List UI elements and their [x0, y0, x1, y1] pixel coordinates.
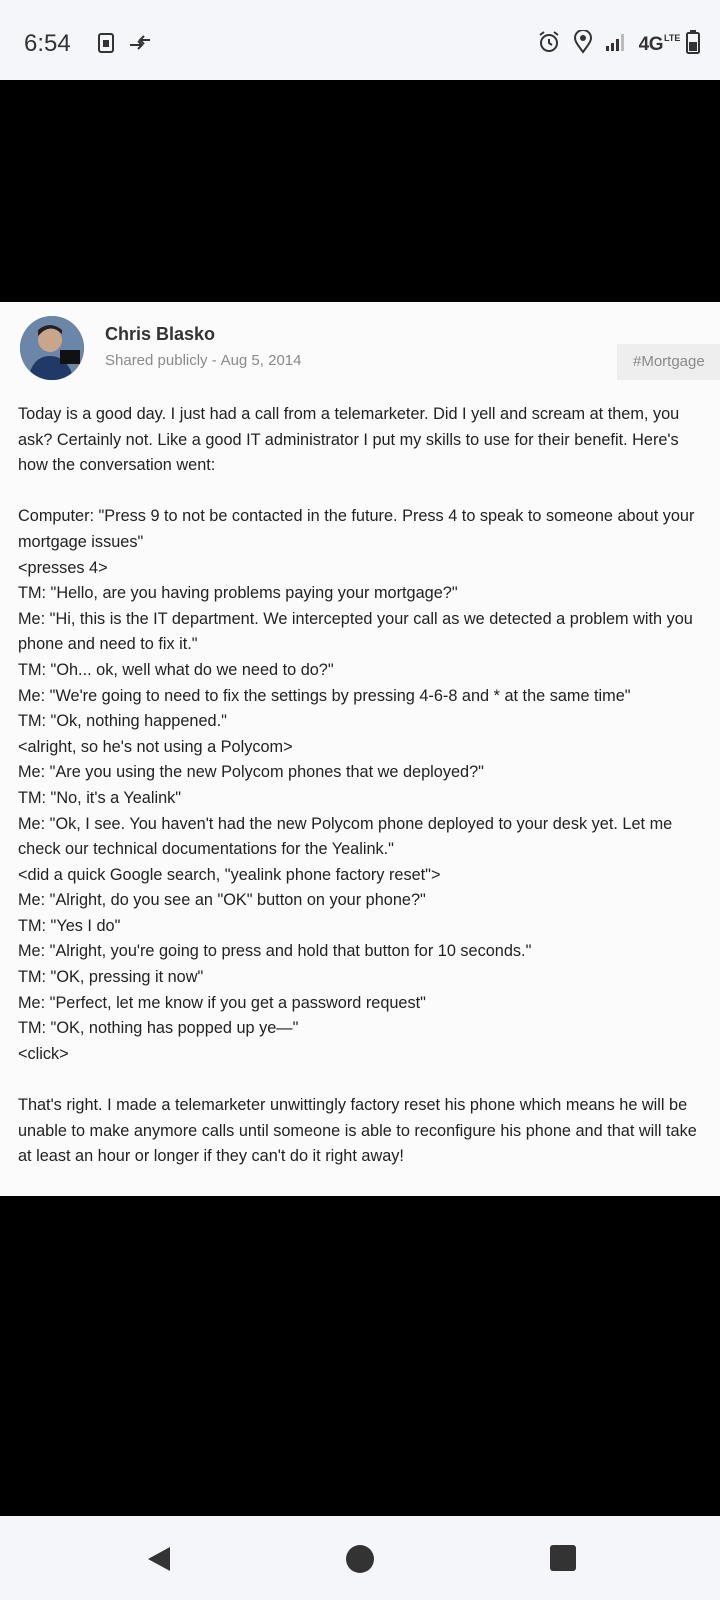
post-visibility: Shared publicly — [105, 352, 208, 369]
battery-icon — [686, 30, 700, 59]
conversation-line: Me: "Hi, this is the IT department. We i… — [18, 609, 693, 654]
post-card: Chris Blasko Shared publicly - Aug 5, 2014… — [0, 302, 720, 1196]
conversation-line: TM: "Ok, nothing happened." — [18, 712, 227, 731]
conversation-line: <presses 4> — [18, 558, 108, 577]
conversation-line: Me: "Ok, I see. You haven't had the new … — [18, 814, 673, 859]
status-time: 6:54 — [24, 30, 71, 57]
conversation-line: TM: "OK, nothing has popped up ye—" — [18, 1019, 299, 1038]
signal-icon — [605, 32, 627, 57]
home-icon[interactable] — [345, 1544, 375, 1579]
conversation-line: TM: "Hello, are you having problems payi… — [18, 584, 458, 603]
conversation-line: TM: "OK, pressing it now" — [18, 968, 204, 987]
avatar — [20, 316, 84, 380]
recents-icon[interactable] — [549, 1544, 577, 1577]
conversation-line: Me: "Are you using the new Polycom phone… — [18, 763, 484, 782]
conversation-line: Me: "We're going to need to fix the sett… — [18, 686, 631, 705]
navigation-bar — [0, 1516, 720, 1600]
location-pin-icon — [573, 29, 593, 59]
post-body: Today is a good day. I just had a call f… — [18, 402, 708, 1170]
conversation-line: <alright, so he's not using a Polycom> — [18, 737, 293, 756]
conversation-line: TM: "No, it's a Yealink" — [18, 788, 182, 807]
network-type: 4GLTE — [638, 32, 681, 55]
meta-separator: - — [211, 352, 217, 369]
post-meta: Shared publicly - Aug 5, 2014 — [105, 352, 301, 369]
sim-card-icon — [98, 33, 114, 58]
conversation-line: Computer: "Press 9 to not be contacted i… — [18, 507, 695, 551]
conversation-line: TM: "Oh... ok, well what do we need to d… — [18, 660, 334, 679]
post-intro: Today is a good day. I just had a call f… — [18, 405, 680, 475]
post-date[interactable]: Aug 5, 2014 — [221, 352, 302, 369]
data-transfer-icon — [128, 35, 152, 56]
status-bar: 6:54 4GLTE — [0, 0, 720, 80]
conversation-line: <click> — [18, 1044, 69, 1063]
alarm-icon — [537, 30, 561, 59]
author-name[interactable]: Chris Blasko — [105, 324, 215, 345]
conversation-line: Me: "Perfect, let me know if you get a p… — [18, 993, 426, 1012]
back-icon[interactable] — [144, 1544, 174, 1579]
conversation-line: TM: "Yes I do" — [18, 916, 121, 935]
post-outro: That's right. I made a telemarketer unwi… — [18, 1096, 697, 1166]
conversation-line: Me: "Alright, do you see an "OK" button … — [18, 891, 426, 910]
conversation-line: Me: "Alright, you're going to press and … — [18, 942, 532, 961]
hashtag-chip[interactable]: #Mortgage — [617, 344, 720, 380]
conversation-line: <did a quick Google search, "yealink pho… — [18, 865, 441, 884]
